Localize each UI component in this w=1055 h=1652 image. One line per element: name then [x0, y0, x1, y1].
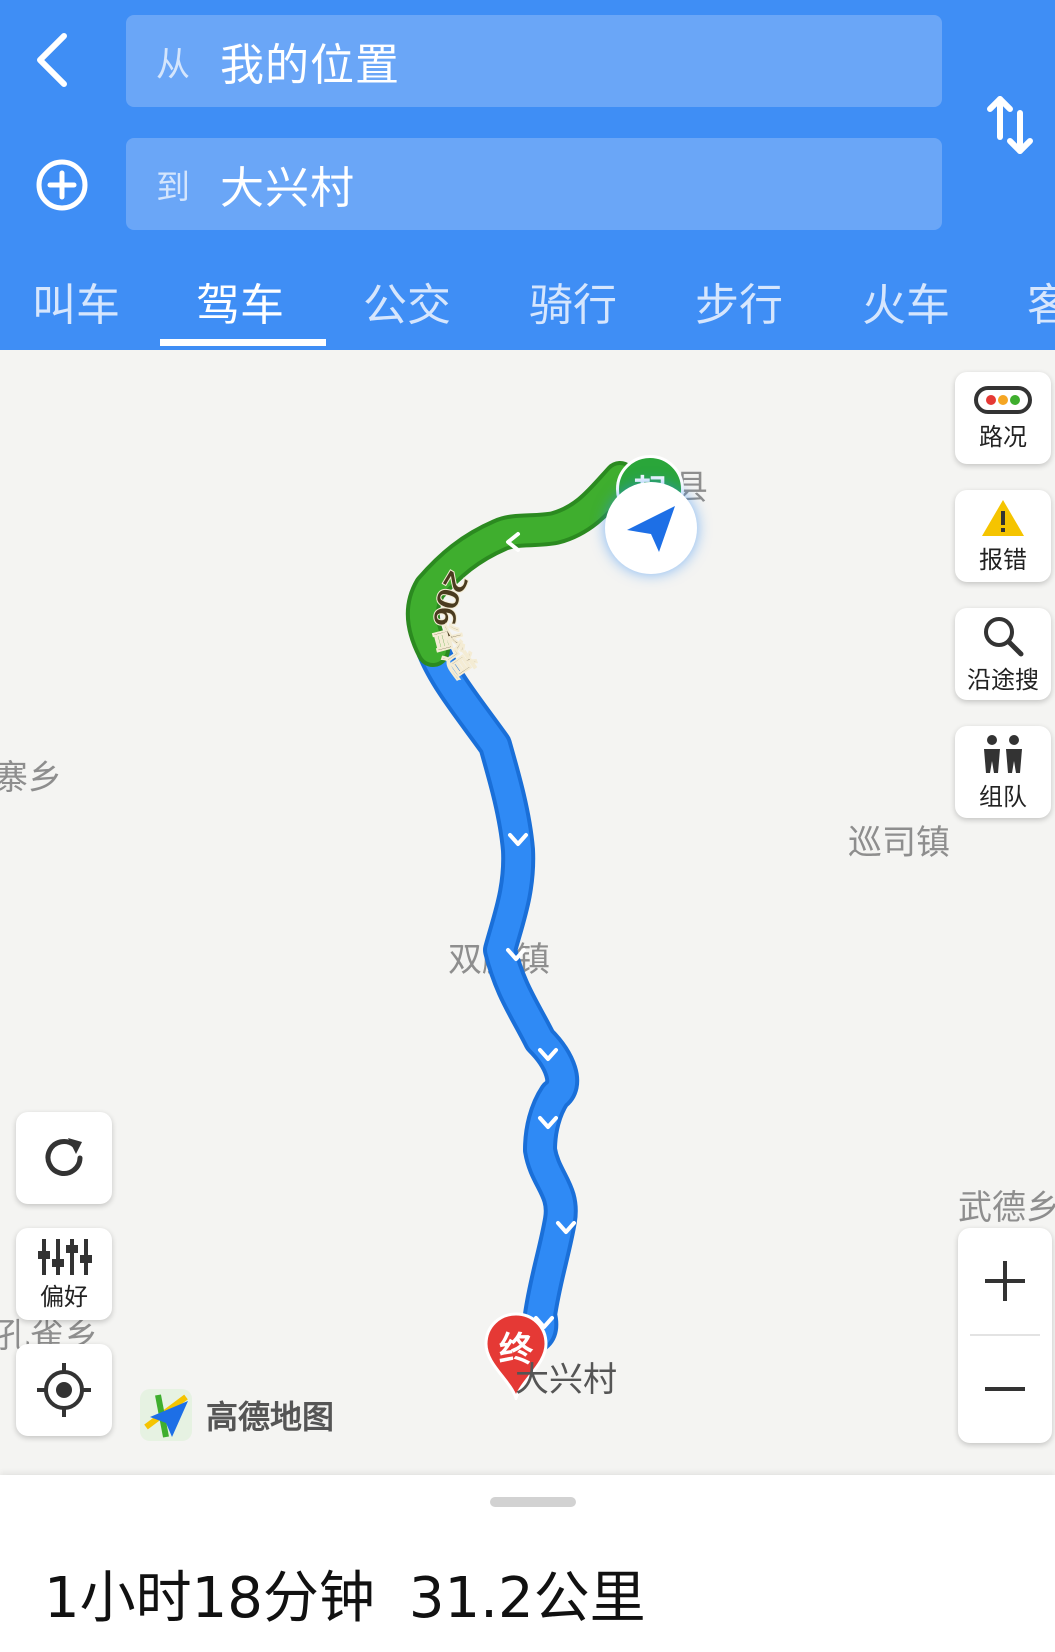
chevron-left-icon: [37, 33, 67, 87]
tab-train[interactable]: 火车: [862, 269, 950, 333]
destination-value: 大兴村: [220, 163, 355, 214]
amap-logo-icon: [140, 1389, 192, 1441]
warning-icon: [982, 499, 1024, 536]
route-summary-sheet: 1小时18分钟 31.2公里: [0, 1475, 1055, 1652]
zoom-in-button[interactable]: [958, 1228, 1052, 1334]
place-label-destination: 大兴村: [515, 1360, 617, 1400]
traffic-label: 路况: [979, 422, 1027, 451]
zoom-out-button[interactable]: [958, 1336, 1052, 1442]
locate-button[interactable]: [16, 1344, 112, 1436]
tab-walk[interactable]: 步行: [695, 269, 783, 333]
route-overlay: 206省道: [405, 461, 637, 1357]
team-label: 组队: [979, 782, 1027, 811]
route-header: 从 我的位置 到 大兴村 叫车 驾车 公交 骑行 步行 火车 客: [0, 0, 1055, 350]
traffic-light-icon: [974, 385, 1032, 414]
plus-circle-icon: [36, 159, 88, 211]
tab-drive[interactable]: 驾车: [196, 269, 284, 333]
plus-icon: [985, 1261, 1025, 1301]
add-waypoint-button[interactable]: [22, 140, 102, 230]
swap-arrows-icon: [987, 96, 1033, 154]
traffic-button[interactable]: 路况: [955, 372, 1051, 464]
destination-field[interactable]: 到 大兴村: [126, 138, 942, 230]
tab-cycling[interactable]: 骑行: [529, 269, 617, 333]
route-distance: 31.2公里: [408, 1566, 646, 1631]
amap-logo-text: 高德地图: [206, 1398, 335, 1436]
current-location-marker: [605, 482, 697, 574]
transport-tabs: 叫车 驾车 公交 骑行 步行 火车 客: [0, 255, 1055, 350]
active-tab-indicator: [160, 339, 326, 346]
preference-button[interactable]: 偏好: [16, 1228, 112, 1320]
team-icon: [984, 734, 1022, 773]
amap-logo: 高德地图: [138, 1387, 334, 1443]
route-summary[interactable]: 1小时18分钟 31.2公里: [44, 1553, 646, 1634]
tab-coach[interactable]: 客: [1027, 269, 1055, 333]
route-duration: 1小时18分钟: [44, 1566, 375, 1631]
destination-prefix: 到: [156, 167, 190, 208]
sliders-icon: [38, 1238, 92, 1275]
origin-field[interactable]: 从 我的位置: [126, 15, 942, 107]
search-icon: [984, 616, 1024, 656]
report-error-label: 报错: [979, 545, 1027, 574]
tab-taxi[interactable]: 叫车: [32, 269, 120, 333]
navigation-arrow-icon: [627, 506, 675, 552]
zoom-control: [958, 1228, 1052, 1443]
search-along-button[interactable]: 沿途搜: [955, 608, 1051, 700]
report-error-button[interactable]: 报错: [955, 490, 1051, 582]
origin-value: 我的位置: [220, 40, 400, 91]
search-along-label: 沿途搜: [967, 665, 1039, 694]
tab-bus[interactable]: 公交: [363, 269, 451, 333]
locate-icon: [37, 1363, 91, 1417]
refresh-button[interactable]: [16, 1112, 112, 1204]
back-button[interactable]: [22, 20, 82, 100]
preference-label: 偏好: [40, 1282, 88, 1311]
swap-button[interactable]: [980, 90, 1040, 160]
minus-icon: [985, 1387, 1025, 1391]
refresh-icon: [45, 1138, 83, 1176]
team-button[interactable]: 组队: [955, 726, 1051, 818]
sheet-drag-handle[interactable]: [490, 1497, 576, 1507]
map-view[interactable]: 筠连县 寨乡 巡司镇 双腾镇 武德乡 孔雀乡 206省道 起: [0, 350, 1055, 1475]
origin-prefix: 从: [156, 44, 190, 85]
